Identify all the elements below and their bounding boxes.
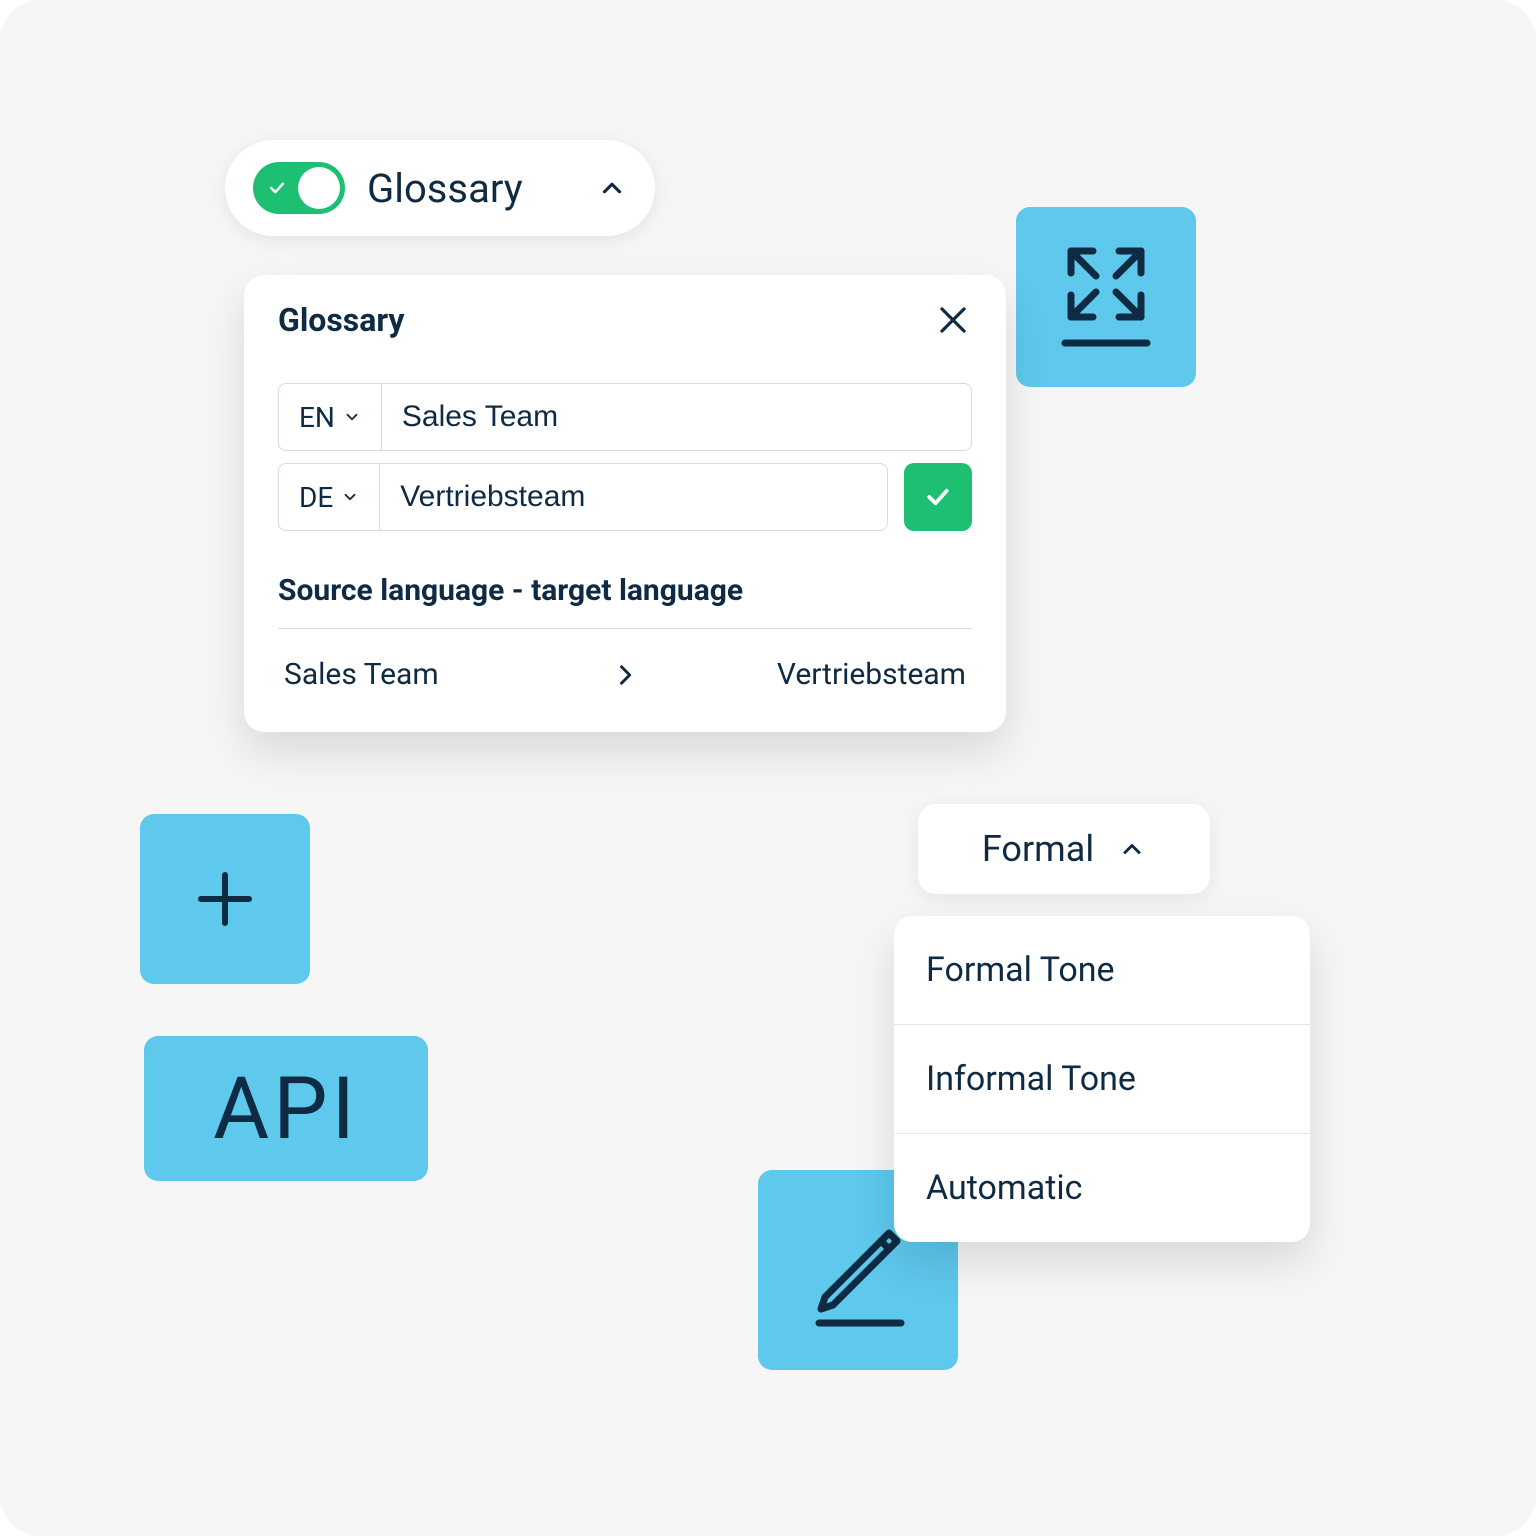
chevron-right-icon (611, 661, 639, 689)
glossary-toggle-chip[interactable]: Glossary (225, 140, 655, 236)
close-icon[interactable] (934, 301, 972, 339)
source-lang-picker[interactable]: EN (279, 384, 382, 450)
expand-tile[interactable] (1016, 207, 1196, 387)
toggle-knob (298, 167, 340, 209)
target-lang-picker[interactable]: DE (279, 464, 380, 530)
chevron-up-icon (1118, 835, 1146, 863)
tone-option-automatic[interactable]: Automatic (894, 1133, 1310, 1242)
mapping-target: Vertriebsteam (639, 657, 972, 692)
api-tile[interactable]: API (144, 1036, 428, 1181)
mapping-source: Sales Team (278, 657, 611, 692)
check-icon (267, 178, 287, 198)
target-lang-code: DE (299, 481, 333, 514)
tone-menu: Formal Tone Informal Tone Automatic (894, 916, 1310, 1242)
glossary-panel: Glossary EN DE (244, 275, 1006, 732)
glossary-panel-title: Glossary (278, 301, 404, 339)
tone-selector[interactable]: Formal (918, 804, 1210, 894)
chevron-down-icon (343, 408, 361, 426)
plus-icon (189, 863, 261, 935)
confirm-entry-button[interactable] (904, 463, 972, 531)
chevron-up-icon (597, 173, 627, 203)
tone-selected-label: Formal (982, 828, 1094, 870)
target-term-input[interactable] (380, 464, 887, 530)
mapping-heading: Source language - target language (278, 573, 972, 629)
chevron-down-icon (341, 488, 359, 506)
api-label: API (213, 1058, 359, 1159)
tone-option-informal[interactable]: Informal Tone (894, 1024, 1310, 1133)
tone-option-formal[interactable]: Formal Tone (894, 916, 1310, 1024)
glossary-toggle[interactable] (253, 162, 345, 214)
expand-icon (1051, 237, 1161, 357)
target-term-group: DE (278, 463, 888, 531)
source-term-group: EN (278, 383, 972, 451)
glossary-toggle-label: Glossary (367, 165, 575, 212)
check-icon (923, 482, 953, 512)
add-tile[interactable] (140, 814, 310, 984)
source-lang-code: EN (299, 401, 335, 434)
source-term-input[interactable] (382, 384, 971, 450)
glossary-entry-row[interactable]: Sales Team Vertriebsteam (278, 629, 972, 692)
